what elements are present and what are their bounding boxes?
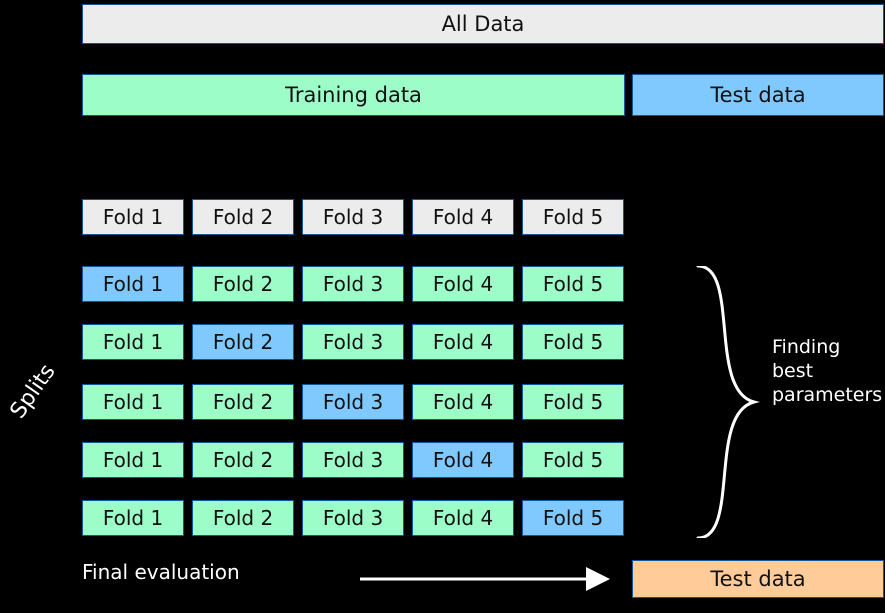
split-4-fold-4-val: Fold 4 — [412, 442, 514, 478]
split-4-fold-5-train: Fold 5 — [522, 442, 624, 478]
finding-best-parameters-label: Finding best parameters — [772, 336, 882, 407]
split-3-fold-4-train: Fold 4 — [412, 384, 514, 420]
split-1-fold-4-train: Fold 4 — [412, 266, 514, 302]
split-1-fold-3-train: Fold 3 — [302, 266, 404, 302]
final-test-data-box: Test data — [632, 560, 884, 598]
all-data-box: All Data — [82, 4, 884, 44]
diagram-root: All Data Training data Test data Fold 1 … — [0, 0, 885, 613]
fold-header-4: Fold 4 — [412, 199, 514, 235]
split-3-fold-2-train: Fold 2 — [192, 384, 294, 420]
split-3-fold-5-train: Fold 5 — [522, 384, 624, 420]
splits-side-label-text: Splits — [5, 359, 60, 423]
split-5-fold-5-val: Fold 5 — [522, 500, 624, 536]
split-3-fold-3-val: Fold 3 — [302, 384, 404, 420]
split-5-fold-2-train: Fold 2 — [192, 500, 294, 536]
training-data-box: Training data — [82, 74, 625, 116]
split-1-fold-1-val: Fold 1 — [82, 266, 184, 302]
splits-side-label: Splits — [0, 240, 78, 542]
fold-header-3: Fold 3 — [302, 199, 404, 235]
curly-brace-icon — [694, 266, 774, 538]
split-5-fold-3-train: Fold 3 — [302, 500, 404, 536]
split-2-fold-5-train: Fold 5 — [522, 324, 624, 360]
final-evaluation-label: Final evaluation — [82, 560, 352, 584]
fold-header-2: Fold 2 — [192, 199, 294, 235]
split-3-fold-1-train: Fold 1 — [82, 384, 184, 420]
split-4-fold-3-train: Fold 3 — [302, 442, 404, 478]
split-5-fold-1-train: Fold 1 — [82, 500, 184, 536]
test-data-box: Test data — [632, 74, 884, 116]
split-2-fold-3-train: Fold 3 — [302, 324, 404, 360]
split-1-fold-5-train: Fold 5 — [522, 266, 624, 302]
fold-header-1: Fold 1 — [82, 199, 184, 235]
split-1-fold-2-train: Fold 2 — [192, 266, 294, 302]
arrow-right-icon — [360, 555, 610, 603]
split-4-fold-2-train: Fold 2 — [192, 442, 294, 478]
split-2-fold-1-train: Fold 1 — [82, 324, 184, 360]
split-4-fold-1-train: Fold 1 — [82, 442, 184, 478]
split-5-fold-4-train: Fold 4 — [412, 500, 514, 536]
fold-header-5: Fold 5 — [522, 199, 624, 235]
split-2-fold-4-train: Fold 4 — [412, 324, 514, 360]
split-2-fold-2-val: Fold 2 — [192, 324, 294, 360]
